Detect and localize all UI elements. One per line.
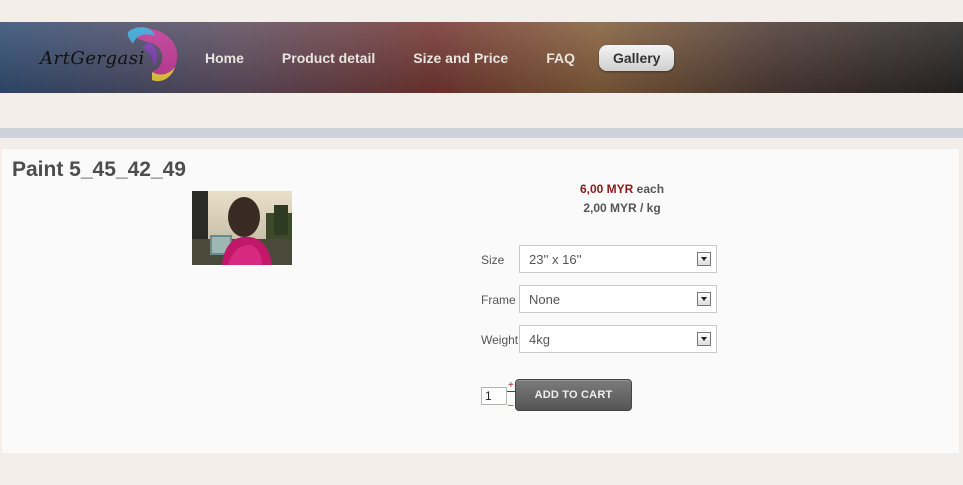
product-panel: Paint 5_45_42_49 6,00 MYR each 2,00 MYR …: [2, 149, 959, 453]
frame-select-value: None: [529, 292, 561, 307]
divider-bar: [0, 128, 963, 138]
size-label: Size: [481, 253, 505, 267]
nav-home[interactable]: Home: [205, 50, 244, 66]
logo[interactable]: ArtGergasi: [30, 22, 180, 93]
size-select[interactable]: 23'' x 16'': [519, 245, 717, 273]
quantity-input[interactable]: [481, 387, 507, 405]
frame-label: Frame: [481, 293, 516, 307]
weight-select[interactable]: 4kg: [519, 325, 717, 353]
quantity-decrease-button[interactable]: –: [508, 401, 514, 411]
weight-label: Weight: [481, 333, 519, 347]
header-banner: ArtGergasi Home Product detail Size and …: [0, 22, 963, 93]
logo-text: ArtGergasi: [40, 48, 145, 69]
add-to-cart-button[interactable]: ADD TO CART: [515, 379, 632, 411]
nav-product-detail[interactable]: Product detail: [282, 50, 375, 66]
main-nav: Home Product detail Size and Price FAQ G…: [205, 22, 712, 93]
size-select-value: 23'' x 16'': [529, 252, 582, 267]
nav-faq[interactable]: FAQ: [546, 50, 575, 66]
price-each: 6,00 MYR each: [472, 182, 772, 196]
product-image[interactable]: [192, 191, 292, 265]
product-title: Paint 5_45_42_49: [12, 158, 186, 181]
nav-gallery[interactable]: Gallery: [598, 44, 675, 71]
price-unit: each: [636, 182, 665, 196]
price-amount: 6,00 MYR: [579, 182, 634, 196]
quantity-increase-button[interactable]: +: [508, 381, 514, 391]
frame-select[interactable]: None: [519, 285, 717, 313]
product-photo: [192, 191, 292, 265]
chevron-down-icon[interactable]: [697, 332, 711, 346]
price-per-kg: 2,00 MYR / kg: [583, 201, 661, 215]
nav-size-and-price[interactable]: Size and Price: [413, 50, 508, 66]
chevron-down-icon[interactable]: [697, 252, 711, 266]
chevron-down-icon[interactable]: [697, 292, 711, 306]
weight-select-value: 4kg: [529, 332, 550, 347]
